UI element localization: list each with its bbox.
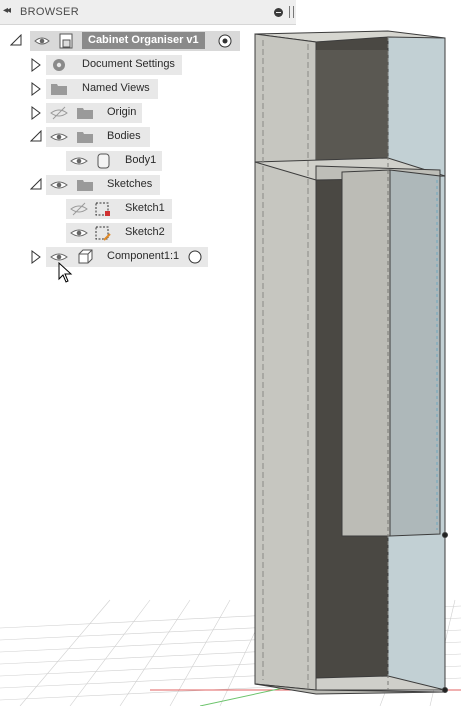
body-icon [97, 153, 110, 169]
tree-label-root: Cabinet Organiser v1 [82, 32, 205, 49]
tree-row-sketch1[interactable]: Sketch1 [0, 199, 300, 219]
mouse-cursor-icon [58, 262, 73, 283]
eye-icon[interactable] [70, 225, 88, 241]
tree-row-origin[interactable]: Origin [0, 103, 300, 123]
tree-row-document-settings[interactable]: Document Settings [0, 55, 300, 75]
component-doc-icon [59, 33, 73, 49]
browser-header: ◂◂ BROWSER [0, 0, 296, 25]
gear-icon [53, 59, 65, 71]
tree-row-component1[interactable]: Component1:1 [0, 247, 300, 267]
folder-icon [77, 180, 93, 191]
folder-icon [51, 84, 67, 95]
tree-label-sketch1: Sketch1 [125, 202, 165, 214]
collapsed-triangle-icon[interactable] [30, 250, 42, 264]
eye-hidden-icon[interactable] [50, 105, 68, 121]
eye-icon[interactable] [34, 33, 50, 49]
expanded-triangle-icon[interactable] [30, 178, 42, 190]
tree-label-body1: Body1 [125, 154, 157, 166]
collapsed-triangle-icon[interactable] [30, 58, 42, 72]
activate-radio-icon[interactable] [187, 249, 203, 265]
tree-row-body1[interactable]: Body1 [0, 151, 300, 171]
tree-row-sketches[interactable]: Sketches [0, 175, 300, 195]
tree-row-named-views[interactable]: Named Views [0, 79, 300, 99]
tree-row-root[interactable]: Cabinet Organiser v1 [0, 31, 300, 51]
folder-icon [77, 108, 93, 119]
eye-icon[interactable] [50, 177, 68, 193]
tree-row-bodies[interactable]: Bodies [0, 127, 300, 147]
sketch-icon [95, 226, 111, 241]
folder-icon [77, 132, 93, 143]
expanded-triangle-icon[interactable] [10, 34, 22, 46]
sketch-icon [95, 202, 110, 216]
tree-label-sketches: Sketches [107, 178, 153, 190]
active-radio-icon[interactable] [217, 33, 233, 49]
collapsed-triangle-icon[interactable] [30, 106, 42, 120]
pin-icon[interactable] [274, 8, 283, 17]
collapsed-triangle-icon[interactable] [30, 82, 42, 96]
browser-title: BROWSER [20, 6, 79, 18]
tree-label-sketch2: Sketch2 [125, 226, 165, 238]
eye-icon[interactable] [50, 129, 68, 145]
expanded-triangle-icon[interactable] [30, 130, 42, 142]
browser-panel: ◂◂ BROWSER Cabinet Organiser v1 Document… [0, 0, 300, 280]
tree-label-document-settings: Document Settings [82, 58, 175, 70]
tree-row-sketch2[interactable]: Sketch2 [0, 223, 300, 243]
component-icon [78, 249, 93, 264]
eye-hidden-icon[interactable] [70, 201, 88, 217]
tree-label-origin: Origin [107, 106, 137, 118]
collapse-panel-button[interactable]: ◂◂ [3, 5, 11, 16]
tree-label-component1: Component1:1 [107, 250, 180, 262]
eye-icon[interactable] [70, 153, 88, 169]
tree-label-bodies: Bodies [107, 130, 141, 142]
panel-resize-handle[interactable] [289, 6, 294, 18]
tree-label-named-views: Named Views [82, 82, 150, 94]
